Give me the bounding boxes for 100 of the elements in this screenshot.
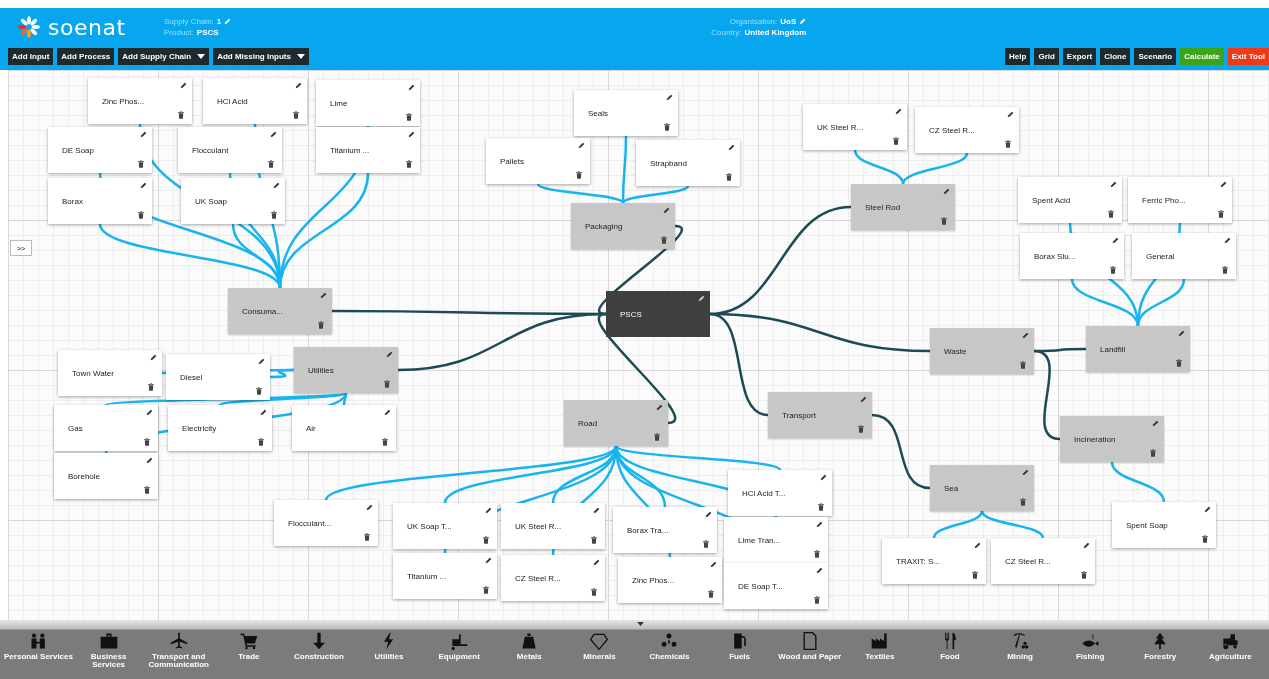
input-node[interactable]: TRAXIT: S... [882,538,986,584]
trash-icon[interactable] [1150,449,1156,457]
trash-icon[interactable] [138,160,144,168]
toolbar-button[interactable]: Add Process [57,47,115,65]
pencil-icon[interactable] [1112,237,1119,244]
toolbar-button[interactable]: Export [1062,47,1097,65]
category-button[interactable]: Wood and Paper [775,631,845,670]
input-node[interactable]: Titanium ... [393,553,497,599]
input-node[interactable]: UK Soap [181,178,285,224]
product-node[interactable]: PSCS [606,291,710,337]
trash-icon[interactable] [406,113,412,121]
input-node[interactable]: General [1132,233,1236,279]
pencil-icon[interactable] [386,351,393,358]
pencil-icon[interactable] [656,404,663,411]
trash-icon[interactable] [1202,535,1208,543]
toolbar-button[interactable]: Grid [1034,47,1059,65]
trash-icon[interactable] [268,160,274,168]
trash-icon[interactable] [483,536,489,544]
pencil-icon[interactable] [260,409,267,416]
input-node[interactable]: Flocculant [178,127,282,173]
pencil-icon[interactable] [1083,542,1090,549]
pencil-icon[interactable] [698,295,705,302]
category-button[interactable]: Business Services [74,631,144,670]
input-node[interactable]: DE Soap [48,127,152,173]
input-node[interactable]: CZ Steel R... [991,538,1095,584]
trash-icon[interactable] [591,536,597,544]
pencil-icon[interactable] [1178,330,1185,337]
category-button[interactable]: Equipment [424,631,494,670]
input-node[interactable]: Diesel [166,354,270,400]
trash-icon[interactable] [1176,359,1182,367]
input-node[interactable]: Borax [48,178,152,224]
trash-icon[interactable] [1218,210,1224,218]
pencil-icon[interactable] [943,188,950,195]
pencil-icon[interactable] [273,182,280,189]
trash-icon[interactable] [664,123,670,131]
trash-icon[interactable] [138,211,144,219]
category-button[interactable]: Transport and Communication [144,631,214,670]
pencil-icon[interactable] [1007,111,1014,118]
trash-icon[interactable] [814,550,820,558]
pencil-icon[interactable] [180,82,187,89]
input-node[interactable]: Seals [574,90,678,136]
trash-icon[interactable] [576,171,582,179]
input-node[interactable]: HCl Acid T... [728,470,832,516]
trash-icon[interactable] [364,533,370,541]
pencil-icon[interactable] [728,144,735,151]
input-node[interactable]: DE Soap T... [724,563,828,609]
input-node[interactable]: Pallets [486,138,590,184]
trash-icon[interactable] [1110,266,1116,274]
category-button[interactable]: Metals [494,631,564,670]
pencil-icon[interactable] [816,521,823,528]
input-node[interactable]: Air [292,405,396,451]
input-node[interactable]: Spent Acid [1018,177,1122,223]
pencil-icon[interactable] [710,561,717,568]
toolbar-button[interactable]: Add Missing Inputs [213,47,309,65]
trash-icon[interactable] [703,540,709,548]
trash-icon[interactable] [726,173,732,181]
pencil-icon[interactable] [408,131,415,138]
trash-icon[interactable] [1020,498,1026,506]
trash-icon[interactable] [941,217,947,225]
input-node[interactable]: Electricity [168,405,272,451]
pencil-icon[interactable] [1224,237,1231,244]
pencil-icon[interactable] [366,504,373,511]
input-node[interactable]: Zinc Phos... [618,557,722,603]
trash-icon[interactable] [1081,571,1087,579]
category-button[interactable]: Fuels [705,631,775,670]
pencil-icon[interactable] [295,82,302,89]
trash-icon[interactable] [382,438,388,446]
input-node[interactable]: Borax Slu... [1020,233,1124,279]
trash-icon[interactable] [1108,210,1114,218]
pencil-icon[interactable] [140,131,147,138]
trash-icon[interactable] [1020,361,1026,369]
trash-icon[interactable] [591,588,597,596]
trash-icon[interactable] [271,211,277,219]
pencil-icon[interactable] [816,567,823,574]
pencil-icon[interactable] [320,292,327,299]
pencil-icon[interactable] [408,84,415,91]
input-node[interactable]: Ferric Pho... [1128,177,1232,223]
input-node[interactable]: Borehole [54,453,158,499]
trash-icon[interactable] [661,236,667,244]
category-button[interactable]: Minerals [564,631,634,670]
pencil-icon[interactable] [258,358,265,365]
trash-icon[interactable] [144,486,150,494]
category-button[interactable]: Chemicals [635,631,704,670]
process-node[interactable]: Waste [930,328,1034,374]
trash-icon[interactable] [178,111,184,119]
trash-icon[interactable] [144,438,150,446]
process-node[interactable]: Consuma... [228,288,332,334]
process-node[interactable]: Utilities [294,347,398,393]
input-node[interactable]: Strapband [636,140,740,186]
category-button[interactable]: Mining [985,631,1055,670]
pencil-icon[interactable] [146,409,153,416]
process-node[interactable]: Sea [930,465,1034,511]
pencil-icon[interactable] [663,207,670,214]
input-node[interactable]: UK Steel R... [501,503,605,549]
pencil-icon[interactable] [895,108,902,115]
toolbar-button[interactable]: Clone [1100,47,1131,65]
process-node[interactable]: Transport [768,392,872,438]
pencil-icon[interactable] [140,182,147,189]
pencil-icon[interactable] [860,396,867,403]
category-button[interactable]: Utilities [354,631,424,670]
